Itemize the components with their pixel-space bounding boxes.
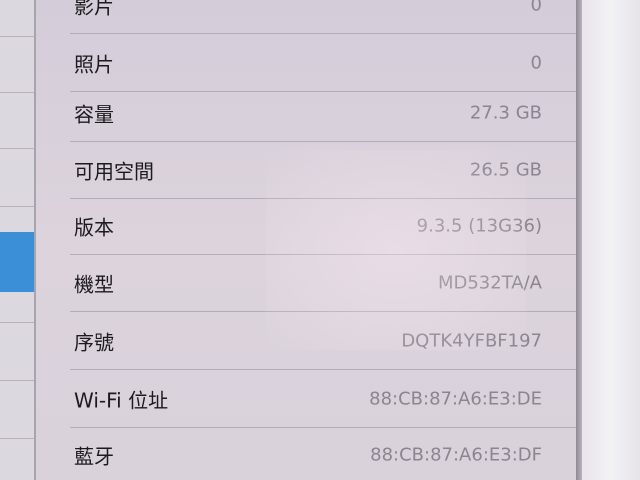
- list-row-serial: 序號 DQTK4YFBF197: [36, 312, 576, 370]
- list-row-videos: 影片 0: [36, 0, 576, 34]
- master-list-separator: [0, 438, 34, 439]
- master-list-selected-item[interactable]: [0, 232, 34, 292]
- master-list-separator: [0, 322, 34, 323]
- row-label: 容量: [74, 102, 114, 127]
- list-row-model: 機型 MD532TA/A: [36, 254, 576, 312]
- row-label: 版本: [74, 215, 114, 240]
- row-value: 0: [530, 0, 542, 16]
- master-list-separator: [0, 36, 34, 37]
- master-list-separator: [0, 148, 34, 149]
- master-list-separator: [0, 92, 34, 93]
- about-detail-list: 影片 0 照片 0 容量 27.3 GB 可用空間 26.5 GB 版本 9.3…: [36, 0, 576, 480]
- device-screen-photo: 影片 0 照片 0 容量 27.3 GB 可用空間 26.5 GB 版本 9.3…: [0, 0, 640, 480]
- row-value: 88:CB:87:A6:E3:DF: [370, 444, 542, 466]
- settings-master-list: [0, 0, 36, 480]
- master-list-separator: [0, 380, 34, 381]
- row-value: 0: [530, 52, 542, 74]
- master-list-separator: [0, 206, 34, 207]
- row-value: 88:CB:87:A6:E3:DE: [369, 388, 542, 410]
- row-value: MD532TA/A: [437, 272, 542, 294]
- list-row-available: 可用空間 26.5 GB: [36, 141, 576, 199]
- list-row-capacity: 容量 27.3 GB: [36, 84, 576, 142]
- row-value: 26.5 GB: [469, 159, 542, 181]
- row-label: Wi-Fi 位址: [74, 388, 169, 413]
- row-label: 影片: [74, 0, 114, 19]
- row-label: 機型: [74, 272, 114, 297]
- list-row-version: 版本 9.3.5 (13G36): [36, 197, 576, 255]
- list-row-bluetooth: 藍牙 88:CB:87:A6:E3:DF: [36, 426, 576, 480]
- list-row-wifi-address: Wi-Fi 位址 88:CB:87:A6:E3:DE: [36, 370, 576, 428]
- device-bezel: [582, 0, 640, 480]
- row-value: 9.3.5 (13G36): [416, 215, 542, 237]
- row-label: 序號: [74, 330, 114, 355]
- row-label: 照片: [74, 52, 114, 77]
- row-value: DQTK4YFBF197: [401, 330, 542, 352]
- row-label: 可用空間: [74, 159, 154, 184]
- row-label: 藍牙: [74, 444, 114, 469]
- row-value: 27.3 GB: [469, 102, 542, 124]
